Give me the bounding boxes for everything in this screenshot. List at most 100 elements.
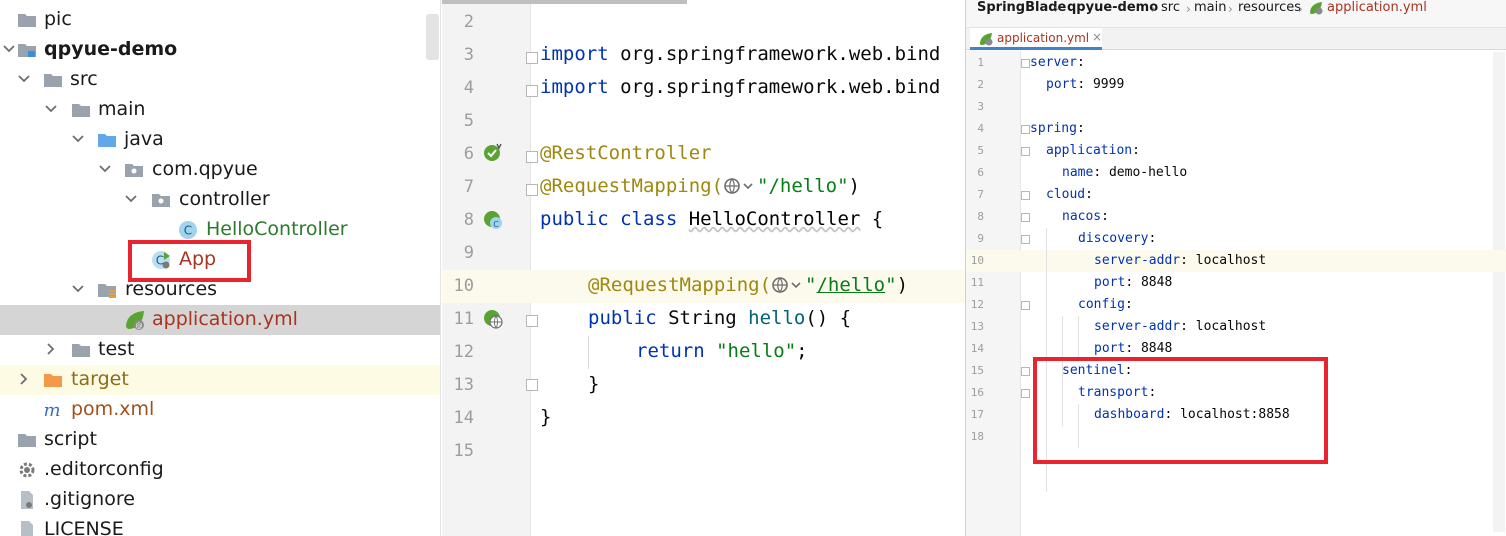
tree-item-script[interactable]: script	[0, 425, 440, 455]
svg-text:@: @	[136, 322, 143, 330]
web-endpoint-icon[interactable]	[771, 275, 805, 294]
request-mapping-gutter-icon[interactable]	[482, 308, 504, 330]
yaml-line-5[interactable]: 5 application:	[966, 140, 1506, 162]
fold-marker[interactable]	[526, 52, 538, 64]
fold-marker[interactable]	[1021, 125, 1030, 134]
file-icon	[21, 491, 33, 509]
tree-item-java[interactable]: java	[0, 125, 440, 155]
yaml-line-6[interactable]: 6 name: demo-hello	[966, 162, 1506, 184]
yaml-line-7[interactable]: 7 cloud:	[966, 184, 1506, 206]
fold-marker[interactable]	[1021, 59, 1030, 68]
code-line-11[interactable]: 11 public String hello() {	[442, 303, 965, 336]
fold-marker[interactable]	[1021, 389, 1030, 398]
yaml-line-10[interactable]: 10 server-addr: localhost	[966, 250, 1506, 272]
tree-item-target[interactable]: target	[0, 365, 440, 395]
fold-marker[interactable]	[1021, 235, 1030, 244]
chevron-right-icon: ›	[1151, 2, 1156, 16]
breadcrumb-item[interactable]: SpringBlade	[977, 0, 1066, 15]
fold-marker[interactable]	[526, 184, 538, 196]
chevron-right-icon[interactable]	[44, 342, 58, 356]
line-number: 14	[970, 342, 984, 355]
fold-marker[interactable]	[526, 379, 538, 391]
spring-bean-class-gutter-icon[interactable]: C	[482, 209, 504, 231]
tab-application-yml[interactable]: application.yml ×	[970, 28, 1102, 50]
web-endpoint-icon[interactable]	[723, 176, 757, 195]
fold-marker[interactable]	[1021, 301, 1030, 310]
tree-item-src[interactable]: src	[0, 65, 440, 95]
breadcrumb-item[interactable]: resources	[1238, 0, 1301, 15]
code-line-14[interactable]: 14 }	[442, 402, 965, 435]
chevron-right-icon: ›	[1298, 2, 1303, 16]
breadcrumb: SpringBlade › qpyue-demo › src › main › …	[966, 0, 1506, 28]
code-line-15[interactable]: 15	[442, 435, 965, 468]
fold-marker[interactable]	[526, 151, 538, 163]
yaml-text: port: 8848	[1094, 275, 1173, 290]
yaml-line-12[interactable]: 12 config:	[966, 294, 1506, 316]
code-line-6[interactable]: 6 @RestController	[442, 138, 965, 171]
breadcrumb-item[interactable]: qpyue-demo	[1067, 0, 1158, 15]
close-icon[interactable]: ×	[1092, 30, 1102, 44]
fold-marker[interactable]	[1021, 367, 1030, 376]
code-line-12[interactable]: 12 return "hello";	[442, 336, 965, 369]
chevron-down-icon[interactable]	[98, 162, 112, 176]
code-line-8[interactable]: 8 C public class HelloController {	[442, 204, 965, 237]
tree-item-qpyue-demo[interactable]: qpyue-demo	[0, 35, 440, 65]
breadcrumb-item[interactable]: main	[1194, 0, 1226, 15]
yaml-line-3[interactable]: 3	[966, 96, 1506, 118]
tree-item-com-qpyue[interactable]: com.qpyue	[0, 155, 440, 185]
code-line-5[interactable]: 5	[442, 105, 965, 138]
tree-item-main[interactable]: main	[0, 95, 440, 125]
code-line-3[interactable]: 3 import org.springframework.web.bind	[442, 39, 965, 72]
svg-text:C: C	[493, 220, 499, 229]
tree-item-controller[interactable]: controller	[0, 185, 440, 215]
code-line-13[interactable]: 13 }	[442, 369, 965, 402]
fold-marker[interactable]	[526, 85, 538, 97]
tree-item-label: main	[98, 98, 146, 120]
yaml-line-9[interactable]: 9 discovery:	[966, 228, 1506, 250]
chevron-down-icon[interactable]	[2, 42, 16, 56]
fold-marker[interactable]	[526, 315, 538, 327]
tree-scrollbar[interactable]	[426, 14, 439, 60]
chevron-down-icon[interactable]	[71, 282, 85, 296]
yaml-text: server-addr: localhost	[1094, 253, 1267, 268]
chevron-down-icon[interactable]	[17, 72, 31, 86]
fold-marker[interactable]	[1021, 147, 1030, 156]
tree-item-editorconfig[interactable]: .editorconfig	[0, 455, 440, 485]
fold-marker[interactable]	[1021, 191, 1030, 200]
tree-item-license[interactable]: LICENSE	[0, 515, 440, 536]
spring-bean-gutter-icon[interactable]	[482, 142, 504, 164]
breadcrumb-item[interactable]: src	[1161, 0, 1180, 15]
code-line-2[interactable]: 2	[442, 6, 965, 39]
yaml-editor-panel[interactable]: SpringBlade › qpyue-demo › src › main › …	[965, 0, 1506, 536]
tree-item-application-yml[interactable]: @ application.yml	[0, 305, 440, 335]
yaml-line-13[interactable]: 13 server-addr: localhost	[966, 316, 1506, 338]
code-line-10[interactable]: 10 @RequestMapping("/hello")	[442, 270, 965, 303]
tree-item-gitignore[interactable]: .gitignore	[0, 485, 440, 515]
yaml-line-2[interactable]: 2 port: 9999	[966, 74, 1506, 96]
code-line-4[interactable]: 4 import org.springframework.web.bind	[442, 72, 965, 105]
chevron-down-icon[interactable]	[124, 192, 138, 206]
chevron-right-icon[interactable]	[17, 372, 31, 386]
tree-item-label: application.yml	[152, 308, 298, 330]
tree-item-test[interactable]: test	[0, 335, 440, 365]
highlight-box-app	[128, 240, 251, 282]
line-number: 2	[463, 12, 474, 32]
line-number: 16	[970, 386, 984, 399]
yaml-line-4[interactable]: 4 spring:	[966, 118, 1506, 140]
yaml-line-11[interactable]: 11 port: 8848	[966, 272, 1506, 294]
yaml-text: application:	[1046, 143, 1148, 158]
breadcrumb-item[interactable]: application.yml	[1327, 0, 1427, 15]
code-line-7[interactable]: 7 @RequestMapping("/hello")	[442, 171, 965, 204]
code-text: import org.springframework.web.bind	[540, 76, 941, 98]
tree-item-pic[interactable]: pic	[0, 5, 440, 35]
chevron-down-icon[interactable]	[71, 132, 85, 146]
tree-item-pom-xml[interactable]: m pom.xml	[0, 395, 440, 425]
chevron-down-icon[interactable]	[44, 102, 58, 116]
yaml-line-1[interactable]: 1 server:	[966, 52, 1506, 74]
line-number: 8	[463, 210, 474, 230]
code-line-9[interactable]: 9	[442, 237, 965, 270]
yaml-line-8[interactable]: 8 nacos:	[966, 206, 1506, 228]
java-editor[interactable]: 2 3 import org.springframework.web.bind …	[442, 0, 965, 536]
tree-item-label: .gitignore	[44, 488, 135, 510]
fold-marker[interactable]	[1021, 213, 1030, 222]
